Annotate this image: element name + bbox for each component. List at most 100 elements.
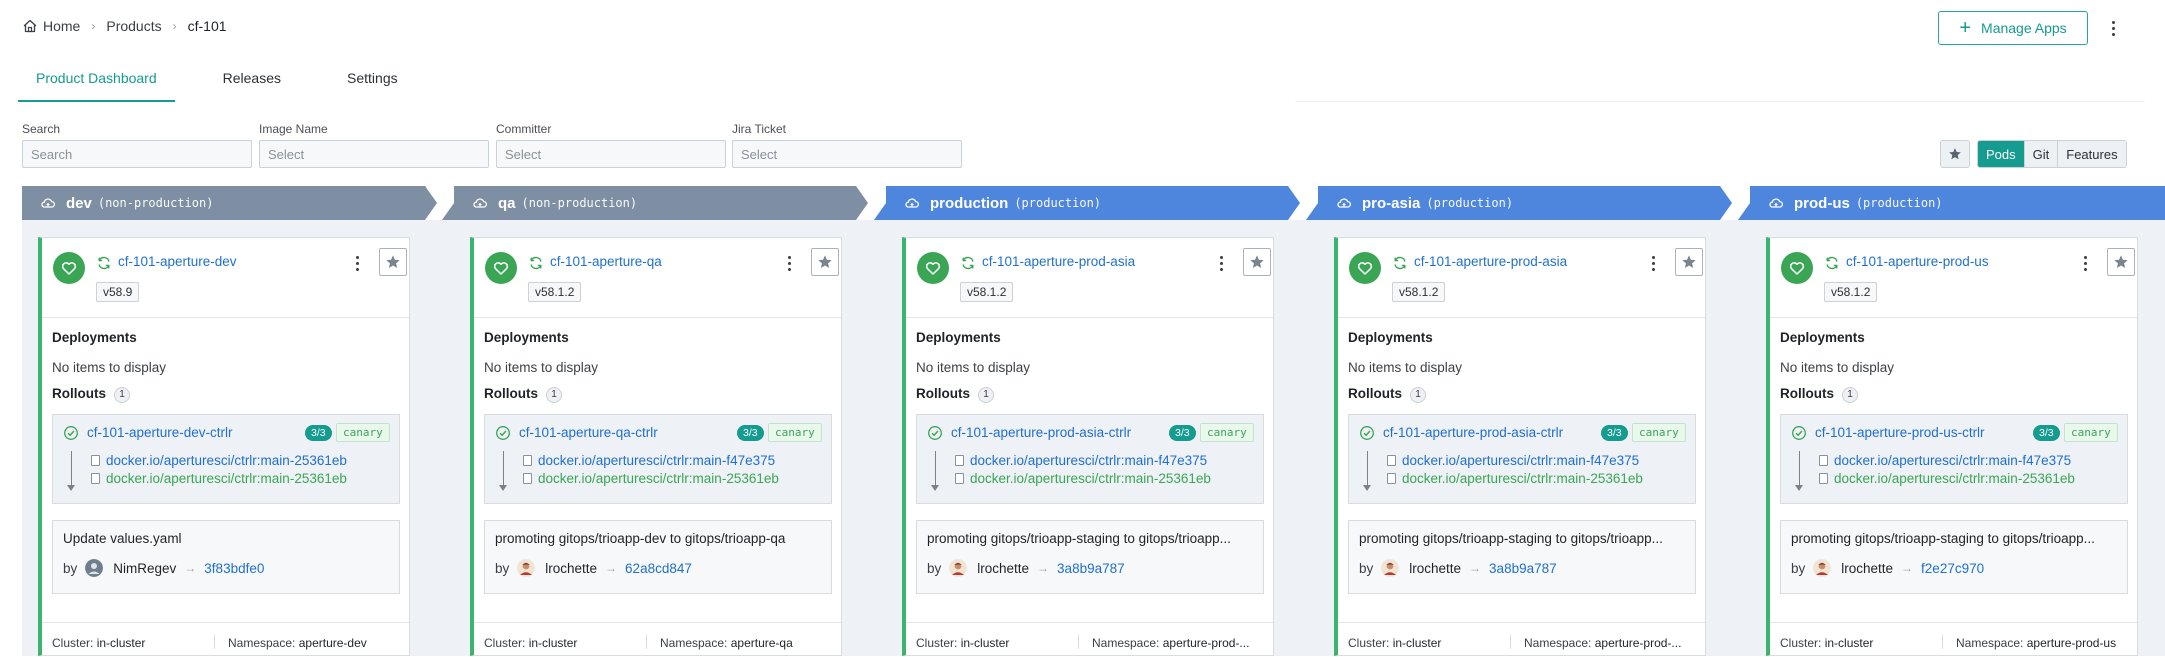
- deployments-empty-text: No items to display: [484, 360, 599, 375]
- breadcrumb: Home › Products › cf-101: [22, 18, 227, 34]
- commit-sha-link[interactable]: 3a8b9a787: [1489, 561, 1557, 576]
- rollout-name-link[interactable]: cf-101-aperture-prod-asia-ctrlr: [1383, 425, 1563, 440]
- view-toggle: Pods Git Features: [1940, 140, 2127, 168]
- namespace-label: Namespace:: [1956, 636, 2024, 650]
- image-new: docker.io/aperturesci/ctrlr:main-f47e375: [1834, 453, 2072, 468]
- commit-sha-link[interactable]: 3f83bdfe0: [204, 561, 264, 576]
- committer-select[interactable]: Select: [496, 140, 726, 168]
- rollouts-count-badge: 1: [546, 386, 562, 403]
- commit-sha-link[interactable]: f2e27c970: [1921, 561, 1984, 576]
- image-old-row[interactable]: docker.io/aperturesci/ctrlr:main-25361eb: [1387, 471, 1643, 486]
- divider: [1510, 635, 1511, 649]
- image-name-filter: Image Name Select: [259, 122, 489, 168]
- image-new-row[interactable]: docker.io/aperturesci/ctrlr:main-f47e375: [955, 453, 1207, 468]
- arrow-down-icon: [935, 451, 936, 489]
- application-card: cf-101-aperture-prod-us v58.1.2 Deployme…: [1766, 237, 2138, 656]
- commit-message: promoting gitops/trioapp-staging to gito…: [1791, 531, 2095, 546]
- image-new-row[interactable]: docker.io/aperturesci/ctrlr:main-25361eb: [91, 453, 347, 468]
- image-old-row[interactable]: docker.io/aperturesci/ctrlr:main-25361eb: [91, 471, 347, 486]
- star-icon: [2114, 255, 2128, 268]
- breadcrumb-home[interactable]: Home: [43, 18, 80, 34]
- namespace-label: Namespace:: [228, 636, 296, 650]
- breadcrumb-products[interactable]: Products: [106, 18, 161, 34]
- arrow-right-icon: →: [605, 561, 618, 575]
- commit-sha-link[interactable]: 62a8cd847: [625, 561, 692, 576]
- favorites-filter-button[interactable]: [1940, 140, 1970, 168]
- environment-kind: (production): [1014, 196, 1102, 210]
- favorite-button[interactable]: [1675, 248, 1703, 276]
- more-options-icon[interactable]: [1215, 252, 1227, 274]
- home-icon[interactable]: [22, 18, 38, 34]
- rollout-name-link[interactable]: cf-101-aperture-prod-us-ctrlr: [1815, 425, 1985, 440]
- commit-sha-link[interactable]: 3a8b9a787: [1057, 561, 1125, 576]
- commit-info: Update values.yaml by NimRegev → 3f83bdf…: [52, 520, 400, 594]
- favorite-button[interactable]: [379, 248, 407, 276]
- environment-column-dev: cf-101-aperture-dev v58.9 Deployments No…: [22, 220, 454, 656]
- tab-product-dashboard[interactable]: Product Dashboard: [18, 60, 175, 102]
- star-icon: [1250, 255, 1264, 268]
- cluster-value: in-cluster: [1392, 636, 1442, 650]
- tab-settings[interactable]: Settings: [329, 60, 416, 102]
- deployments-empty-text: No items to display: [52, 360, 167, 375]
- application-name-link[interactable]: cf-101-aperture-qa: [550, 254, 662, 269]
- breadcrumb-current: cf-101: [187, 18, 227, 34]
- rollouts-heading: Rollouts 1: [484, 386, 562, 403]
- image-new: docker.io/aperturesci/ctrlr:main-f47e375: [538, 453, 776, 468]
- environment-header-production[interactable]: production (production): [886, 186, 1286, 220]
- image-old: docker.io/aperturesci/ctrlr:main-25361eb: [106, 471, 347, 486]
- environment-header-qa[interactable]: qa (non-production): [454, 186, 854, 220]
- version-badge: v58.1.2: [1392, 282, 1446, 302]
- more-options-icon[interactable]: [351, 252, 363, 274]
- view-git-button[interactable]: Git: [2023, 141, 2058, 167]
- by-label: by: [927, 560, 942, 576]
- tab-releases[interactable]: Releases: [205, 60, 299, 102]
- environment-header-pro-asia[interactable]: pro-asia (production): [1318, 186, 1718, 220]
- application-name-link[interactable]: cf-101-aperture-dev: [118, 254, 237, 269]
- application-card: cf-101-aperture-qa v58.1.2 Deployments N…: [470, 237, 842, 656]
- rollout-name-link[interactable]: cf-101-aperture-qa-ctrlr: [519, 425, 658, 440]
- divider: [1942, 635, 1943, 649]
- application-name-link[interactable]: cf-101-aperture-prod-us: [1846, 254, 1989, 269]
- environment-header-dev[interactable]: dev (non-production): [22, 186, 422, 220]
- cluster-value: in-cluster: [1824, 636, 1874, 650]
- search-input[interactable]: Search: [22, 140, 252, 168]
- rollout-name-link[interactable]: cf-101-aperture-prod-asia-ctrlr: [951, 425, 1131, 440]
- health-heart-icon: [1781, 252, 1813, 284]
- namespace-value: aperture-prod-...: [1594, 636, 1682, 650]
- rollout-item: cf-101-aperture-prod-us-ctrlr 3/3 canary…: [1780, 414, 2128, 504]
- image-old-row[interactable]: docker.io/aperturesci/ctrlr:main-25361eb: [523, 471, 779, 486]
- more-options-icon[interactable]: [2105, 16, 2121, 40]
- jira-ticket-select[interactable]: Select: [732, 140, 962, 168]
- chevron-right-icon: ›: [172, 19, 177, 33]
- more-options-icon[interactable]: [2079, 252, 2091, 274]
- image-new-row[interactable]: docker.io/aperturesci/ctrlr:main-f47e375: [1387, 453, 1639, 468]
- image-icon: [1819, 455, 1828, 466]
- commit-info: promoting gitops/trioapp-staging to gito…: [916, 520, 1264, 594]
- pods-ready-badge: 3/3: [737, 425, 764, 441]
- search-filter: Search Search: [22, 122, 252, 168]
- application-name-link[interactable]: cf-101-aperture-prod-asia: [1414, 254, 1567, 269]
- more-options-icon[interactable]: [783, 252, 795, 274]
- top-bar: Home › Products › cf-101 + Manage Apps: [0, 0, 2165, 60]
- image-old-row[interactable]: docker.io/aperturesci/ctrlr:main-25361eb: [1819, 471, 2075, 486]
- application-name-link[interactable]: cf-101-aperture-prod-asia: [982, 254, 1135, 269]
- manage-apps-button[interactable]: + Manage Apps: [1938, 11, 2088, 45]
- arrow-down-icon: [1799, 451, 1800, 489]
- check-circle-icon: [1791, 425, 1807, 441]
- cluster-value: in-cluster: [96, 636, 146, 650]
- image-old-row[interactable]: docker.io/aperturesci/ctrlr:main-25361eb: [955, 471, 1211, 486]
- view-pods-button[interactable]: Pods: [1978, 141, 2024, 167]
- image-new-row[interactable]: docker.io/aperturesci/ctrlr:main-f47e375: [523, 453, 775, 468]
- image-new-row[interactable]: docker.io/aperturesci/ctrlr:main-f47e375: [1819, 453, 2071, 468]
- sync-status-icon: [960, 255, 976, 271]
- rollout-item: cf-101-aperture-qa-ctrlr 3/3 canary dock…: [484, 414, 832, 504]
- more-options-icon[interactable]: [1647, 252, 1659, 274]
- view-features-button[interactable]: Features: [2057, 141, 2126, 167]
- favorite-button[interactable]: [811, 248, 839, 276]
- rollouts-count-badge: 1: [1842, 386, 1858, 403]
- environment-header-prod-us[interactable]: prod-us (production): [1750, 186, 2150, 220]
- favorite-button[interactable]: [2107, 248, 2135, 276]
- image-name-select[interactable]: Select: [259, 140, 489, 168]
- rollout-name-link[interactable]: cf-101-aperture-dev-ctrlr: [87, 425, 233, 440]
- favorite-button[interactable]: [1243, 248, 1271, 276]
